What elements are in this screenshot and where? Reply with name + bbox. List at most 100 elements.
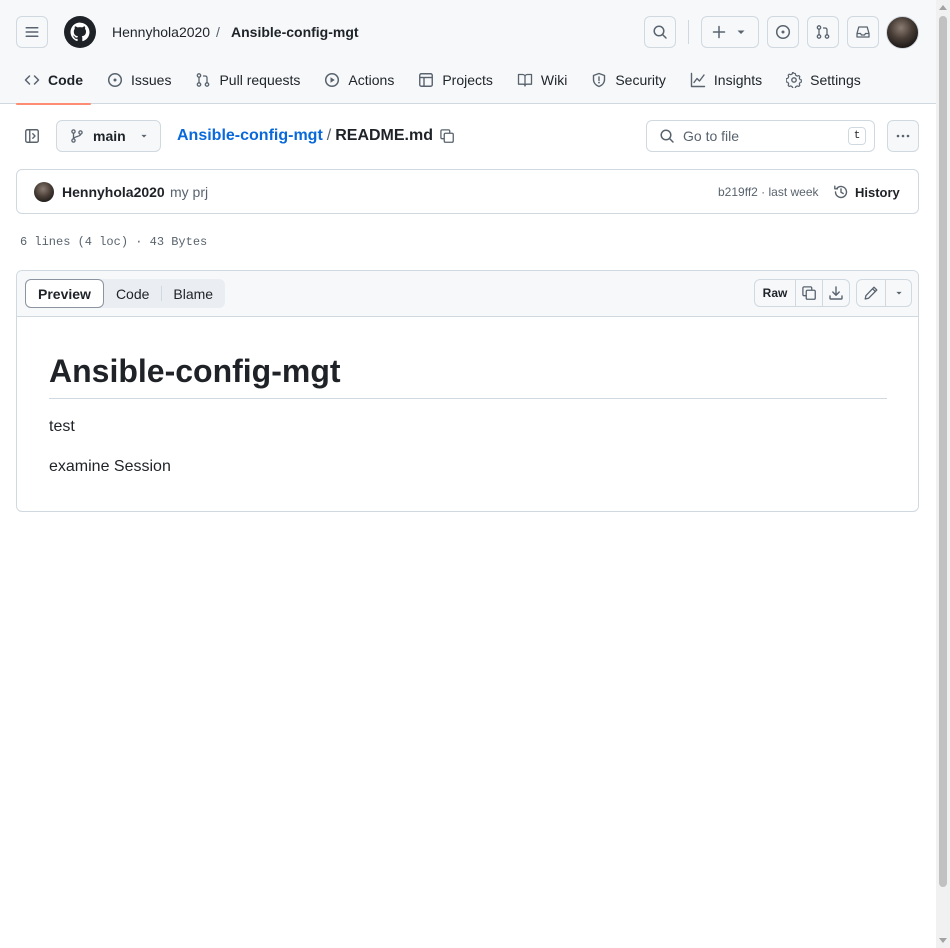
header-divider (688, 20, 689, 44)
branch-selector[interactable]: main (56, 120, 161, 152)
shield-icon (593, 72, 606, 88)
file-info: 6 lines (4 loc) · 43 Bytes (20, 235, 208, 249)
breadcrumb-repo[interactable]: Ansible-config-mgt (231, 23, 359, 41)
tab-label: Settings (810, 72, 861, 88)
path-file-name: README.md (335, 127, 433, 144)
tab-label: Wiki (540, 72, 568, 88)
play-icon (325, 72, 340, 88)
toggle-file-tree-button[interactable] (16, 120, 48, 152)
tab-label: Projects (442, 72, 493, 88)
commit-hash-time[interactable]: b219ff2 · last week (718, 185, 819, 199)
scroll-up-arrow-icon[interactable] (939, 5, 947, 10)
inbox-button[interactable] (847, 16, 879, 48)
go-to-file-input[interactable]: Go to file t (646, 120, 875, 152)
mode-code-button[interactable]: Code (104, 279, 161, 308)
page-scrollbar[interactable] (936, 0, 950, 948)
pencil-icon (864, 286, 878, 300)
history-button[interactable]: History (833, 178, 900, 206)
scroll-down-arrow-icon[interactable] (939, 938, 947, 943)
tab-settings[interactable]: Settings (778, 64, 869, 96)
gear-icon (786, 72, 803, 88)
graph-icon (690, 72, 706, 88)
git-branch-icon (71, 129, 83, 143)
plus-icon (712, 25, 726, 39)
mode-blame-button[interactable]: Blame (161, 279, 225, 308)
path-repo-link[interactable]: Ansible-config-mgt (177, 127, 323, 144)
latest-commit-box: Hennyhola2020 my prj b219ff2 · last week… (16, 169, 919, 214)
tab-label: Issues (131, 72, 172, 88)
raw-button[interactable]: Raw (755, 280, 795, 306)
tab-label: Insights (713, 72, 763, 88)
readme-paragraph: test (49, 418, 75, 435)
file-viewer: Preview Code Blame Raw Ansible-config-mg… (16, 270, 919, 512)
hamburger-icon (25, 27, 39, 37)
hamburger-menu-button[interactable] (16, 16, 48, 48)
repo-header: Hennyhola2020 / Ansible-config-mgt Code … (0, 0, 936, 105)
avatar[interactable] (886, 16, 919, 49)
repo-tabs: Code Issues Pull requests Actions Projec… (16, 64, 877, 105)
search-icon (660, 129, 674, 143)
readme-heading: Ansible-config-mgt (49, 351, 887, 399)
inbox-icon (856, 26, 870, 38)
history-label: History (855, 184, 900, 200)
tab-wiki[interactable]: Wiki (509, 64, 575, 96)
tab-label: Security (615, 72, 666, 88)
commit-message[interactable]: my prj (170, 184, 208, 200)
issues-icon (775, 24, 791, 40)
breadcrumb-separator: / (216, 24, 220, 40)
tab-label: Code (48, 72, 83, 88)
kebab-horizontal-icon (896, 134, 910, 138)
tab-projects[interactable]: Projects (410, 64, 501, 96)
tab-insights[interactable]: Insights (682, 64, 770, 96)
issues-icon (107, 72, 123, 88)
copy-raw-button[interactable] (795, 280, 822, 306)
mode-preview-button[interactable]: Preview (25, 279, 104, 308)
readme-paragraph: examine Session (49, 458, 171, 475)
tab-actions[interactable]: Actions (316, 64, 402, 96)
create-new-button[interactable] (701, 16, 759, 48)
commit-author-avatar[interactable] (34, 182, 54, 202)
download-icon (829, 286, 843, 300)
go-to-file-placeholder: Go to file (683, 128, 740, 144)
pull-requests-icon (816, 25, 830, 39)
commit-author[interactable]: Hennyhola2020 (62, 184, 165, 200)
keyboard-shortcut-hint: t (848, 127, 866, 145)
code-icon (24, 75, 40, 85)
issues-button[interactable] (767, 16, 799, 48)
table-icon (419, 73, 434, 87)
history-icon (834, 185, 848, 199)
scrollbar-thumb[interactable] (939, 16, 947, 887)
tab-label: Pull requests (219, 72, 301, 88)
file-viewer-header: Preview Code Blame Raw (17, 271, 918, 317)
chevron-down-icon (141, 134, 147, 138)
pull-requests-button[interactable] (807, 16, 839, 48)
search-icon (653, 25, 667, 39)
edit-options-dropdown[interactable] (885, 280, 911, 306)
search-button[interactable] (644, 16, 676, 48)
download-button[interactable] (822, 280, 849, 306)
chevron-down-icon (895, 291, 902, 295)
tab-pull-requests[interactable]: Pull requests (187, 64, 308, 96)
copy-path-button[interactable] (436, 125, 458, 147)
breadcrumb-owner[interactable]: Hennyhola2020 (112, 23, 210, 41)
sidebar-expand-icon (25, 129, 39, 143)
more-options-button[interactable] (887, 120, 919, 152)
readme-content: Ansible-config-mgt test examine Session (49, 351, 887, 479)
edit-actions-group (856, 279, 912, 307)
file-actions-group: Raw (754, 279, 850, 307)
github-logo-icon[interactable] (64, 16, 96, 48)
view-mode-segmented-control: Preview Code Blame (25, 279, 226, 308)
book-icon (517, 73, 533, 87)
edit-file-button[interactable] (857, 280, 885, 306)
pull-request-icon (197, 73, 210, 87)
tab-code[interactable]: Code (16, 64, 91, 105)
path-separator: / (326, 127, 332, 144)
tab-label: Actions (348, 72, 395, 88)
copy-icon (802, 286, 816, 300)
file-path-breadcrumb: Ansible-config-mgt / README.md (177, 126, 433, 146)
branch-name: main (93, 128, 126, 144)
chevron-down-icon (737, 30, 745, 34)
tab-security[interactable]: Security (583, 64, 674, 96)
tab-issues[interactable]: Issues (99, 64, 179, 96)
copy-icon (440, 129, 454, 143)
